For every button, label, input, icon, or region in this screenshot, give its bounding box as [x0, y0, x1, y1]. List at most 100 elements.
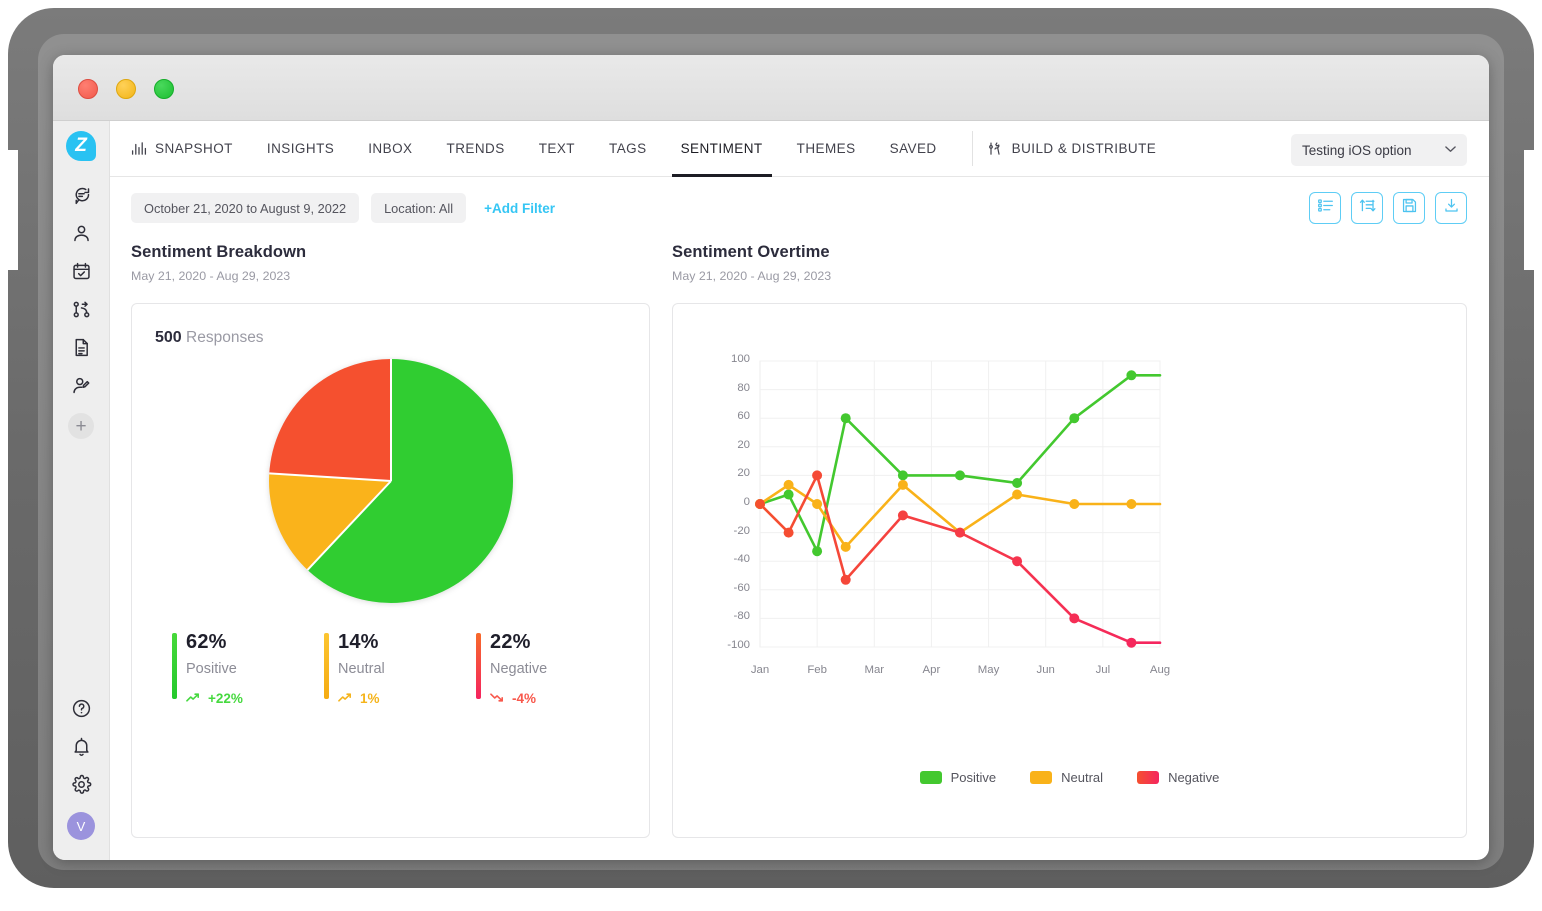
sentiment-pie-chart[interactable]: [269, 359, 513, 603]
tab-sentiment[interactable]: SENTIMENT: [664, 121, 780, 176]
legend-item-neutral[interactable]: Neutral: [1030, 770, 1103, 785]
data-point[interactable]: [784, 528, 794, 538]
data-point[interactable]: [1012, 490, 1022, 500]
sentiment-overtime-panel: Sentiment Overtime May 21, 2020 - Aug 29…: [672, 243, 1467, 860]
add-filter-button[interactable]: +Add Filter: [484, 201, 555, 216]
breakdown-title: Sentiment Breakdown: [131, 243, 650, 262]
y-axis-tick-label: 100: [716, 353, 750, 365]
data-point[interactable]: [841, 413, 851, 423]
data-point[interactable]: [1126, 499, 1136, 509]
sidebar-item-audience[interactable]: [62, 369, 100, 407]
data-point[interactable]: [841, 575, 851, 585]
sidebar-add-button[interactable]: +: [68, 413, 94, 439]
app-logo[interactable]: Z: [66, 131, 96, 161]
content-area: Sentiment Breakdown May 21, 2020 - Aug 2…: [110, 239, 1489, 860]
line-chart-area[interactable]: 100806020200-20-40-60-80-100 JanFebMarAp…: [673, 304, 1466, 837]
window-minimize-button[interactable]: [116, 79, 136, 99]
survey-select-value: Testing iOS option: [1302, 143, 1412, 158]
data-point[interactable]: [841, 542, 851, 552]
sort-button[interactable]: [1351, 192, 1383, 224]
stat-bar-neutral: [324, 633, 329, 699]
data-point[interactable]: [1069, 613, 1079, 623]
data-point[interactable]: [898, 470, 908, 480]
trend-down-icon: [490, 691, 505, 706]
data-point[interactable]: [755, 499, 765, 509]
legend-label: Positive: [951, 770, 997, 785]
tab-text[interactable]: TEXT: [522, 121, 592, 176]
save-button[interactable]: [1393, 192, 1425, 224]
overtime-title: Sentiment Overtime: [672, 243, 1467, 262]
data-point[interactable]: [1012, 556, 1022, 566]
legend-swatch: [1137, 771, 1159, 784]
sidebar-item-tasks[interactable]: [62, 255, 100, 293]
data-point[interactable]: [1126, 638, 1136, 648]
tab-trends[interactable]: TRENDS: [430, 121, 522, 176]
sidebar-item-contacts[interactable]: [62, 217, 100, 255]
bar-chart-icon: [131, 141, 147, 156]
tab-build-and-distribute[interactable]: BUILD & DISTRIBUTE: [987, 121, 1174, 176]
date-range-filter[interactable]: October 21, 2020 to August 9, 2022: [131, 193, 359, 223]
download-icon: [1443, 197, 1460, 219]
y-axis-tick-label: 80: [716, 382, 750, 394]
x-axis-tick-label: May: [969, 664, 1009, 676]
responses-count: 500: [155, 329, 182, 346]
workflow-branch-icon: [71, 299, 92, 325]
user-avatar[interactable]: V: [67, 812, 95, 840]
x-axis-tick-label: Jun: [1026, 664, 1066, 676]
stat-bar-negative: [476, 633, 481, 699]
sidebar-item-help[interactable]: [62, 692, 100, 730]
trend-up-icon: [338, 691, 353, 706]
tab-saved[interactable]: SAVED: [873, 121, 954, 176]
bell-icon: [71, 736, 92, 762]
tools-icon: [987, 141, 1003, 156]
overtime-subtitle: May 21, 2020 - Aug 29, 2023: [672, 269, 1467, 283]
y-axis-tick-label: 20: [716, 467, 750, 479]
data-point[interactable]: [1069, 413, 1079, 423]
data-point[interactable]: [812, 499, 822, 509]
data-point[interactable]: [1126, 370, 1136, 380]
legend-item-positive[interactable]: Positive: [920, 770, 997, 785]
save-icon: [1401, 197, 1418, 219]
data-point[interactable]: [955, 470, 965, 480]
list-view-button[interactable]: [1309, 192, 1341, 224]
window-maximize-button[interactable]: [154, 79, 174, 99]
responses-label: Responses: [186, 329, 264, 346]
legend-item-negative[interactable]: Negative: [1137, 770, 1219, 785]
data-point[interactable]: [784, 480, 794, 490]
sentiment-stats-row: 62% Positive +22%: [172, 631, 649, 706]
data-point[interactable]: [812, 546, 822, 556]
sidebar-item-notifications[interactable]: [62, 730, 100, 768]
document-icon: [71, 337, 92, 363]
data-point[interactable]: [898, 480, 908, 490]
download-button[interactable]: [1435, 192, 1467, 224]
tab-insights[interactable]: INSIGHTS: [250, 121, 351, 176]
line-chart-svg: [673, 304, 1195, 784]
main-area: SNAPSHOT INSIGHTS INBOX TRENDS TEXT TAGS…: [110, 121, 1489, 860]
tab-inbox[interactable]: INBOX: [351, 121, 429, 176]
location-filter[interactable]: Location: All: [371, 193, 466, 223]
data-point[interactable]: [955, 528, 965, 538]
sidebar-item-documents[interactable]: [62, 331, 100, 369]
stat-positive: 62% Positive +22%: [172, 631, 324, 706]
data-point[interactable]: [812, 470, 822, 480]
data-point[interactable]: [1012, 478, 1022, 488]
bezel-cut-bottom-left: [40, 893, 160, 911]
y-axis-tick-label: -20: [716, 525, 750, 537]
tab-themes[interactable]: THEMES: [780, 121, 873, 176]
stat-delta: -4%: [490, 691, 628, 706]
y-axis-tick-label: 0: [716, 496, 750, 508]
sidebar-item-settings[interactable]: [62, 768, 100, 806]
stat-percent: 14%: [338, 631, 476, 654]
sidebar-item-workflows[interactable]: [62, 293, 100, 331]
data-point[interactable]: [1069, 499, 1079, 509]
stat-label: Negative: [490, 661, 628, 677]
data-point[interactable]: [898, 510, 908, 520]
legend-label: Neutral: [1061, 770, 1103, 785]
tab-snapshot[interactable]: SNAPSHOT: [131, 121, 250, 176]
tab-tags[interactable]: TAGS: [592, 121, 664, 176]
window-close-button[interactable]: [78, 79, 98, 99]
survey-select-dropdown[interactable]: Testing iOS option: [1291, 134, 1467, 166]
y-axis-tick-label: 20: [716, 439, 750, 451]
data-point[interactable]: [784, 490, 794, 500]
sidebar-item-feedback[interactable]: [62, 179, 100, 217]
